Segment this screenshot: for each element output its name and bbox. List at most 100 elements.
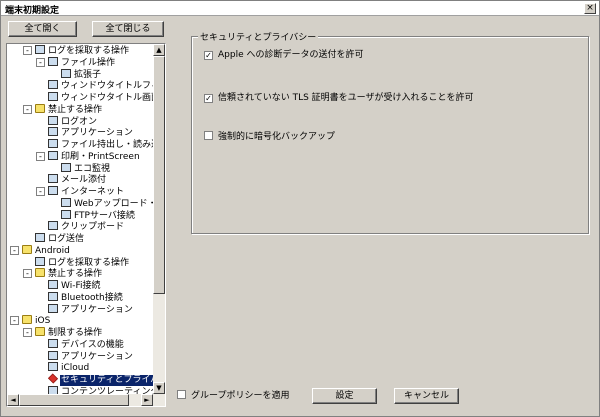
tree-item[interactable]: ウィンドウタイトルフィル [48, 80, 154, 91]
tree-item-label: アプリケーション [61, 351, 133, 362]
settings-tree[interactable]: -ログを採取する操作-ファイル操作拡張子ウィンドウタイトルフィルウィンドウタイト… [6, 43, 166, 407]
doc-icon [48, 350, 58, 360]
cancel-button[interactable]: キャンセル [394, 388, 459, 404]
tree-item-label: ログを採取する操作 [48, 257, 130, 268]
tree-item[interactable]: Webアップロード・ダ [61, 197, 154, 209]
tree-item-label: デバイスの機能 [61, 339, 124, 350]
tree-item[interactable]: 禁止する操作 [35, 103, 103, 115]
scroll-left-arrow-icon[interactable]: ◄ [7, 394, 19, 406]
checkbox-untrusted-tls[interactable]: ✓ [204, 94, 213, 103]
tree-item[interactable]: アプリケーション [48, 127, 134, 138]
tree-item-label: ファイル持出し・読み込 [61, 140, 154, 150]
tree-expander-icon[interactable]: - [10, 316, 19, 326]
tree-item[interactable]: 拡張子 [61, 68, 102, 80]
tree-expander-icon[interactable]: - [23, 328, 32, 337]
doc-icon [61, 68, 71, 78]
doc-icon [48, 291, 58, 301]
tree-item-label: 印刷・PrintScreen [61, 151, 140, 162]
tree-item[interactable]: ログ送信 [35, 233, 85, 244]
doc-icon [35, 233, 45, 242]
expand-all-button[interactable]: 全て開く [8, 21, 77, 37]
title-bar: 端末初期設定 × [1, 1, 599, 16]
tree-item[interactable]: アプリケーション [48, 303, 134, 315]
tree-item[interactable]: ログを採取する操作 [35, 45, 130, 56]
tree-expander-icon[interactable]: - [23, 269, 32, 279]
tree-item[interactable]: ログを採取する操作 [35, 256, 130, 268]
tree-item-label: 禁止する操作 [48, 104, 103, 115]
tree-expander-icon[interactable]: - [23, 46, 32, 55]
tree-item[interactable]: iCloud [48, 362, 90, 373]
tree-item[interactable]: Wi-Fi接続 [48, 280, 101, 291]
scroll-down-arrow-icon[interactable]: ▼ [153, 382, 165, 394]
tree-horizontal-scrollbar[interactable]: ◄ ► [7, 394, 165, 406]
doc-icon [61, 197, 71, 207]
doc-icon [48, 139, 58, 148]
folder-icon [35, 103, 45, 113]
option-encrypted-backup[interactable]: 強制的に暗号化バックアップ [204, 131, 335, 143]
tree-expander-icon[interactable]: - [10, 245, 19, 255]
diamond-icon [47, 373, 59, 384]
tree-item-label: ログ送信 [48, 234, 85, 244]
tree-expander-icon[interactable]: - [23, 104, 32, 114]
tree-item-label: Webアップロード・ダ [74, 198, 154, 209]
tree-expander-icon[interactable]: - [36, 187, 45, 196]
tree-item-label: FTPサーバ接続 [74, 210, 135, 221]
hscroll-thumb[interactable] [19, 394, 129, 406]
tree-vertical-scrollbar[interactable]: ▲ ▼ [153, 44, 165, 394]
tree-item[interactable]: 制限する操作 [35, 327, 103, 338]
doc-icon [35, 256, 45, 266]
tree-item-label: コンテンツレーティング [61, 386, 154, 394]
checkbox-diagnostic-data[interactable]: ✓ [204, 51, 213, 60]
tree-item-label: 制限する操作 [48, 328, 103, 338]
checkbox-encrypted-backup[interactable] [204, 131, 213, 140]
tree-item-label: インターネット [61, 187, 125, 197]
tree-item-label: ファイル操作 [61, 57, 116, 68]
tree-item[interactable]: インターネット [48, 186, 125, 197]
tree-item[interactable]: ログオン [48, 115, 98, 127]
tree-item[interactable]: iOS [22, 315, 51, 326]
tree-item-label: 禁止する操作 [48, 269, 103, 280]
scroll-right-arrow-icon[interactable]: ► [141, 394, 153, 406]
tree-item-label: Wi-Fi接続 [61, 281, 101, 291]
tree-expander-icon[interactable]: - [36, 151, 45, 161]
tree-item[interactable]: ファイル操作 [48, 56, 116, 68]
tree-item-label: ウィンドウタイトルフィル [61, 81, 154, 92]
tree-item[interactable]: ウィンドウタイトル画面キ [48, 92, 154, 103]
folder-icon [35, 268, 45, 278]
group-policy-option[interactable]: グループポリシーを適用 [177, 390, 289, 402]
option-untrusted-tls[interactable]: ✓ 信頼されていない TLS 証明書をユーザが受け入れることを許可 [204, 92, 474, 104]
scroll-thumb[interactable] [153, 56, 165, 294]
doc-icon [48, 221, 58, 231]
doc-icon [35, 45, 45, 54]
option-diagnostic-data[interactable]: ✓ Apple への診断データの送付を許可 [204, 49, 363, 61]
close-button[interactable]: × [584, 3, 596, 14]
doc-icon [48, 303, 58, 313]
scroll-up-arrow-icon[interactable]: ▲ [153, 44, 165, 56]
tree-item[interactable]: FTPサーバ接続 [61, 209, 136, 221]
tree-item-label: アプリケーション [61, 304, 133, 315]
group-policy-checkbox[interactable] [177, 390, 186, 399]
tree-item[interactable]: エコ監視 [61, 162, 111, 174]
tree-item[interactable]: デバイスの機能 [48, 338, 125, 350]
doc-icon [48, 127, 58, 137]
tree-item[interactable]: メール添付 [48, 174, 107, 185]
tree-item[interactable]: アプリケーション [48, 350, 134, 362]
folder-icon [22, 244, 32, 254]
tree-item[interactable]: Bluetooth接続 [48, 291, 124, 303]
main-window: 端末初期設定 × 全て開く 全て閉じる - ログを採取する操作 - ファイル操作 拡張子… [0, 0, 600, 417]
settings-button[interactable]: 設定 [312, 388, 377, 404]
tree-expander-icon[interactable]: - [36, 57, 45, 67]
tree-item[interactable]: クリップボード [48, 221, 125, 232]
tree-item[interactable]: コンテンツレーティング [48, 385, 154, 394]
tree-item[interactable]: ファイル持出し・読み込 [48, 139, 154, 150]
tree-item[interactable]: 印刷・PrintScreen [48, 150, 141, 162]
tree-item-label: ログオン [61, 116, 98, 127]
folder-icon [35, 327, 45, 336]
tree-item[interactable]: セキュリティとプライバシ [47, 373, 154, 386]
group-policy-label: グループポリシーを適用 [191, 391, 290, 401]
doc-icon [48, 186, 58, 195]
tree-item-label: ログを採取する操作 [48, 46, 130, 56]
collapse-all-button[interactable]: 全て閉じる [92, 21, 164, 37]
tree-item[interactable]: Android [22, 244, 71, 256]
tree-item[interactable]: 禁止する操作 [35, 268, 103, 279]
